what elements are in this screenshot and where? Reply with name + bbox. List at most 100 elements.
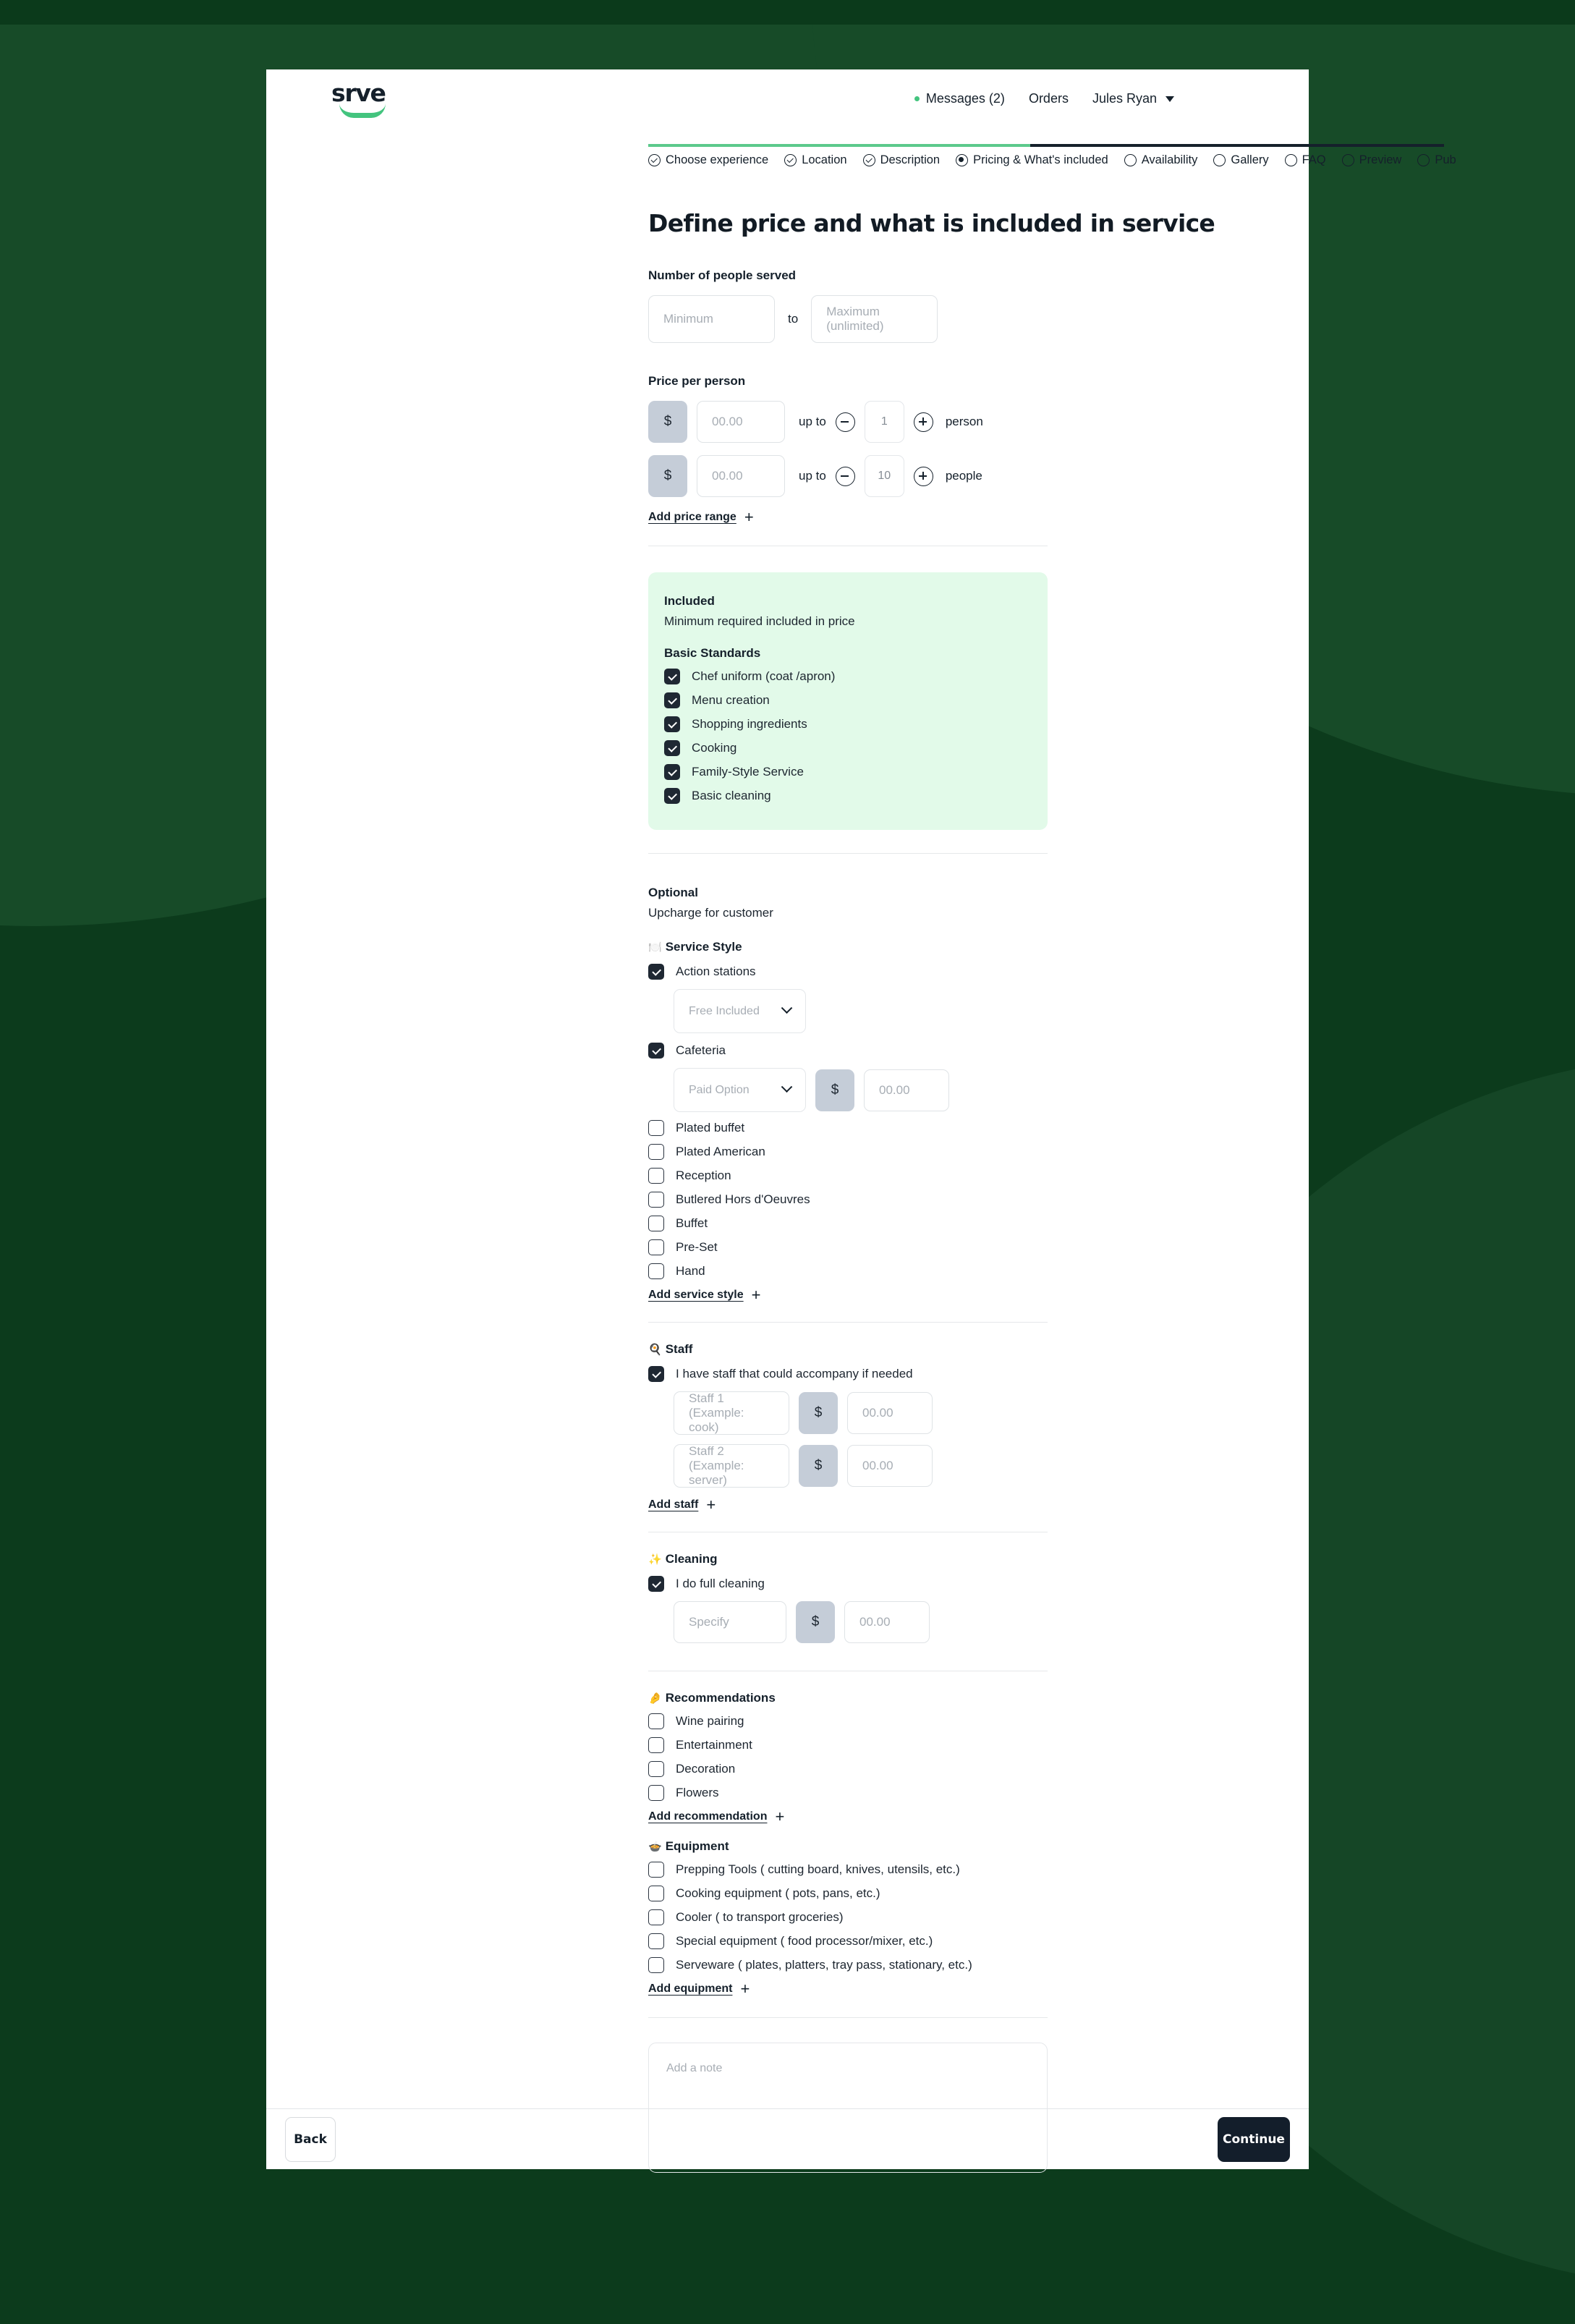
service-style-option[interactable]: Reception	[648, 1168, 1309, 1184]
currency-badge: $	[648, 401, 687, 443]
stepper-step-publish[interactable]: Pub	[1417, 153, 1456, 167]
checkbox-checked-icon[interactable]	[648, 1043, 664, 1059]
increment-button[interactable]	[913, 412, 933, 432]
checkbox-icon[interactable]	[648, 1785, 664, 1801]
increment-button[interactable]	[913, 466, 933, 486]
service-style-cafeteria[interactable]: Cafeteria	[648, 1043, 1309, 1059]
continue-button[interactable]: Continue	[1218, 2116, 1290, 2162]
stepper-step-label: Pricing & What's included	[973, 153, 1108, 166]
checkbox-checked-icon[interactable]	[664, 740, 680, 756]
staff-name-input[interactable]: Staff 2 (Example: server)	[674, 1444, 789, 1488]
checkbox-icon[interactable]	[648, 1192, 664, 1208]
action-stations-select[interactable]: Free Included	[674, 989, 806, 1033]
stepper-step-pricing[interactable]: Pricing & What's included	[956, 153, 1108, 167]
recommendation-option[interactable]: Wine pairing	[648, 1713, 1309, 1729]
checkbox-icon[interactable]	[648, 1761, 664, 1777]
checkbox-icon[interactable]	[648, 1263, 664, 1279]
staff-title: Staff	[665, 1342, 693, 1356]
recommendation-option[interactable]: Decoration	[648, 1761, 1309, 1777]
decrement-button[interactable]	[835, 412, 855, 432]
cleaning-checkbox-row[interactable]: I do full cleaning	[648, 1576, 1309, 1592]
checkbox-icon[interactable]	[648, 1933, 664, 1949]
cafeteria-price-input[interactable]: 00.00	[864, 1069, 949, 1111]
checkbox-checked-icon[interactable]	[664, 692, 680, 708]
people-min-input[interactable]: Minimum	[648, 295, 775, 343]
service-style-option[interactable]: Plated American	[648, 1144, 1309, 1160]
checkbox-icon[interactable]	[648, 1144, 664, 1160]
cleaning-specify-input[interactable]: Specify	[674, 1601, 786, 1643]
plate-cutlery-icon: 🍽️	[648, 941, 662, 954]
service-style-action-stations[interactable]: Action stations	[648, 964, 1309, 980]
quantity-value[interactable]: 1	[864, 401, 904, 443]
service-style-option[interactable]: Plated buffet	[648, 1120, 1309, 1136]
decrement-button[interactable]	[835, 466, 855, 486]
checkbox-icon[interactable]	[648, 1239, 664, 1255]
equipment-option[interactable]: Special equipment ( food processor/mixer…	[648, 1933, 1309, 1949]
checkbox-icon[interactable]	[648, 1120, 664, 1136]
checkbox-checked-icon[interactable]	[648, 1366, 664, 1382]
checkbox-icon[interactable]	[648, 1886, 664, 1901]
price-amount-input[interactable]: 00.00	[697, 455, 785, 497]
cleaning-price-input[interactable]: 00.00	[844, 1601, 930, 1643]
add-price-range-button[interactable]: Add price range +	[648, 509, 754, 525]
equipment-option[interactable]: Serveware ( plates, platters, tray pass,…	[648, 1957, 1309, 1973]
service-style-option[interactable]: Buffet	[648, 1216, 1309, 1231]
included-item[interactable]: Chef uniform (coat /apron)	[664, 669, 1023, 684]
user-menu[interactable]: Jules Ryan	[1092, 91, 1174, 106]
included-item[interactable]: Shopping ingredients	[664, 716, 1023, 732]
nav-orders[interactable]: Orders	[1029, 91, 1069, 106]
brand-logo[interactable]: srve	[331, 81, 418, 126]
included-item[interactable]: Menu creation	[664, 692, 1023, 708]
staff-price-input[interactable]: 00.00	[847, 1445, 933, 1487]
checkbox-icon[interactable]	[648, 1957, 664, 1973]
stepper-step-faq[interactable]: FAQ	[1284, 153, 1326, 167]
checkbox-checked-icon[interactable]	[664, 716, 680, 732]
up-to-label: up to	[799, 415, 826, 428]
checkbox-checked-icon[interactable]	[664, 669, 680, 684]
checkbox-checked-icon[interactable]	[664, 788, 680, 804]
checkbox-checked-icon[interactable]	[664, 764, 680, 780]
quantity-value[interactable]: 10	[864, 455, 904, 497]
checkbox-icon[interactable]	[648, 1737, 664, 1753]
checkbox-icon[interactable]	[648, 1713, 664, 1729]
included-item[interactable]: Cooking	[664, 740, 1023, 756]
service-style-option[interactable]: Butlered Hors d'Oeuvres	[648, 1192, 1309, 1208]
equipment-option[interactable]: Cooler ( to transport groceries)	[648, 1909, 1309, 1925]
checkbox-checked-icon[interactable]	[648, 964, 664, 980]
cleaning-heading: ✨ Cleaning	[648, 1552, 1309, 1566]
checkbox-icon[interactable]	[648, 1216, 664, 1231]
cafeteria-select[interactable]: Paid Option	[674, 1068, 806, 1112]
stepper-step-availability[interactable]: Availability	[1124, 153, 1197, 167]
add-equipment-button[interactable]: Add equipment +	[648, 1981, 750, 1997]
cleaning-controls: Specify $ 00.00	[674, 1601, 1309, 1643]
staff-price-input[interactable]: 00.00	[847, 1392, 933, 1434]
add-staff-button[interactable]: Add staff +	[648, 1497, 716, 1513]
stepper-step-description[interactable]: Description	[862, 153, 940, 167]
service-style-option[interactable]: Pre-Set	[648, 1239, 1309, 1255]
included-item[interactable]: Basic cleaning	[664, 788, 1023, 804]
checkbox-checked-icon[interactable]	[648, 1576, 664, 1592]
equipment-option[interactable]: Prepping Tools ( cutting board, knives, …	[648, 1862, 1309, 1878]
checkbox-icon[interactable]	[648, 1862, 664, 1878]
recommendation-option[interactable]: Flowers	[648, 1785, 1309, 1801]
staff-name-input[interactable]: Staff 1 (Example: cook)	[674, 1391, 789, 1435]
nav-messages[interactable]: Messages (2)	[914, 91, 1005, 106]
price-amount-input[interactable]: 00.00	[697, 401, 785, 443]
stepper-step-location[interactable]: Location	[784, 153, 847, 167]
stepper-step-choose-experience[interactable]: Choose experience	[648, 153, 768, 167]
back-button[interactable]: Back	[285, 2116, 336, 2162]
stepper-step-preview[interactable]: Preview	[1341, 153, 1401, 167]
checkbox-icon[interactable]	[648, 1168, 664, 1184]
recommendation-option[interactable]: Entertainment	[648, 1737, 1309, 1753]
add-service-style-button[interactable]: Add service style +	[648, 1287, 760, 1303]
recommendation-option-label: Decoration	[676, 1762, 736, 1776]
checkbox-icon[interactable]	[648, 1909, 664, 1925]
equipment-option[interactable]: Cooking equipment ( pots, pans, etc.)	[648, 1886, 1309, 1901]
included-item[interactable]: Family-Style Service	[664, 764, 1023, 780]
staff-checkbox-row[interactable]: I have staff that could accompany if nee…	[648, 1366, 1309, 1382]
people-max-input[interactable]: Maximum (unlimited)	[811, 295, 938, 343]
wizard-footer: Back Continue	[266, 2108, 1309, 2169]
service-style-option[interactable]: Hand	[648, 1263, 1309, 1279]
add-recommendation-button[interactable]: Add recommendation +	[648, 1809, 784, 1825]
stepper-step-gallery[interactable]: Gallery	[1213, 153, 1269, 167]
